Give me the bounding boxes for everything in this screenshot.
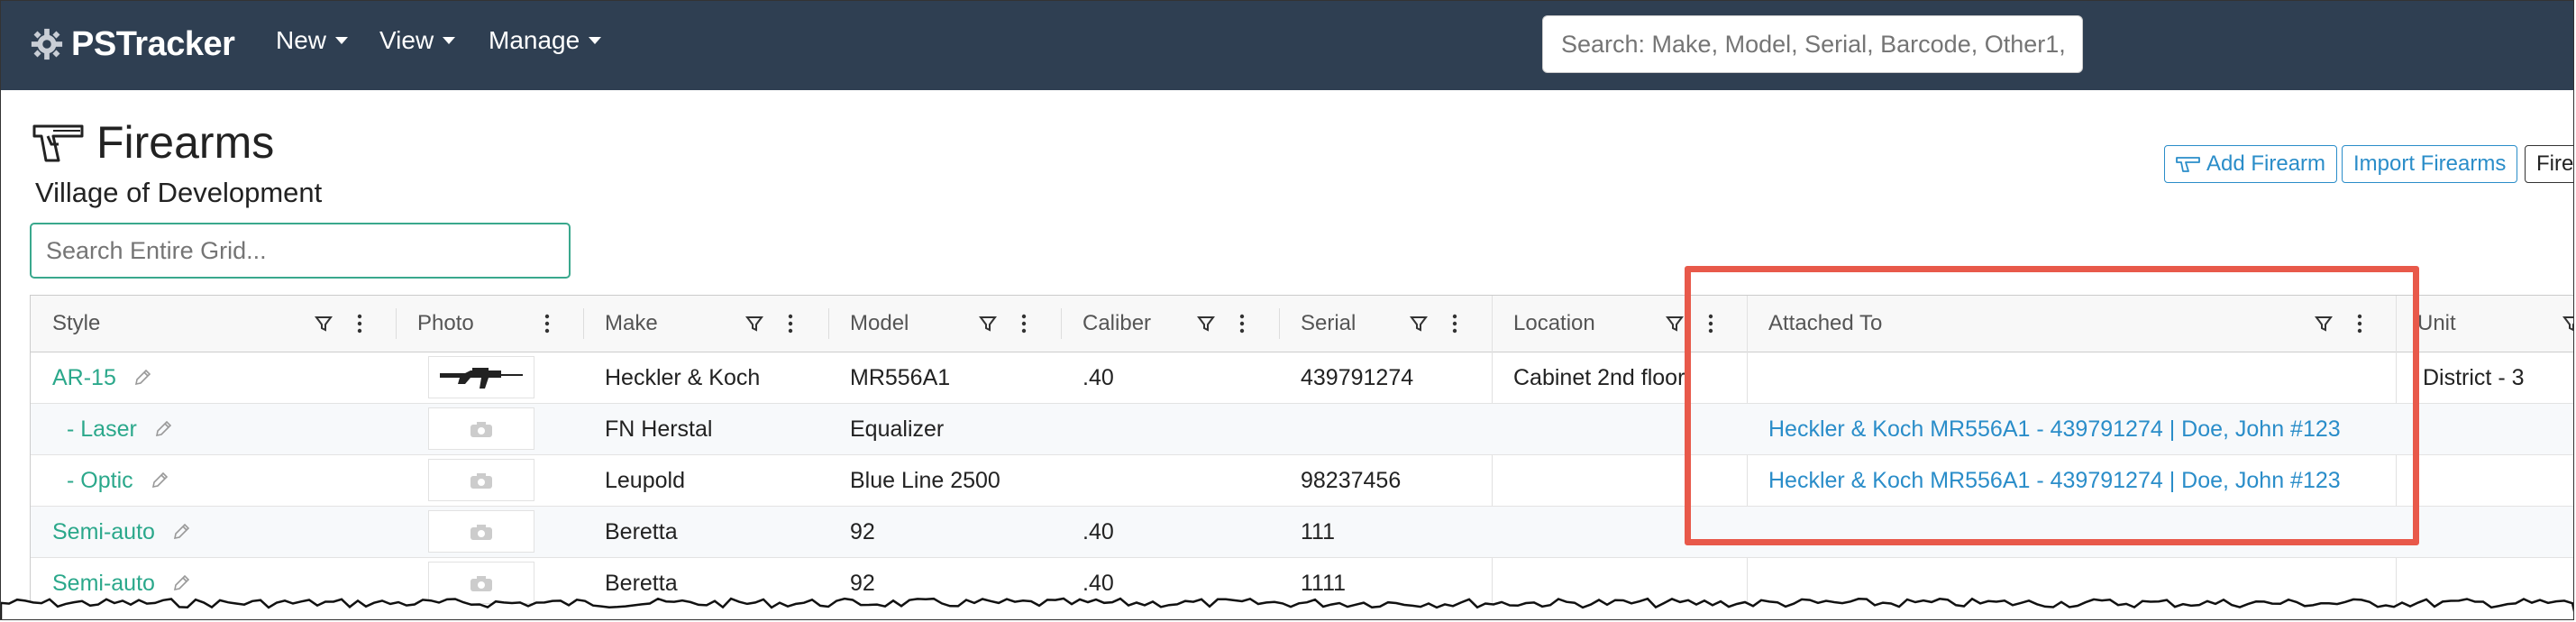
app-window: PSTracker New View Manage Firearms Villa… xyxy=(0,0,2574,620)
filter-icon[interactable] xyxy=(745,315,763,333)
model-cell: MR556A1 xyxy=(850,364,951,390)
brand-logo[interactable]: PSTracker xyxy=(30,23,235,66)
nav-view-menu[interactable]: View xyxy=(379,26,456,55)
unit-cell: District - 3 xyxy=(2423,364,2525,390)
style-cell[interactable]: AR-15 xyxy=(52,352,152,403)
column-header-unit[interactable]: Unit xyxy=(2396,296,2574,352)
top-navbar: PSTracker New View Manage xyxy=(1,1,2573,90)
chevron-down-icon xyxy=(443,37,456,44)
gear-logo-icon xyxy=(31,28,63,60)
make-cell: Heckler & Koch xyxy=(605,364,761,390)
global-search-input[interactable] xyxy=(1542,15,2083,73)
pencil-edit-icon[interactable] xyxy=(153,419,173,439)
column-header-style[interactable]: Style xyxy=(31,296,396,352)
page-title-text: Firearms xyxy=(96,117,275,168)
column-unit-label: Unit xyxy=(2417,311,2456,335)
camera-placeholder-icon xyxy=(470,575,492,591)
chevron-down-icon xyxy=(335,37,349,44)
make-cell: FN Herstal xyxy=(605,416,713,442)
brand-name: PSTracker xyxy=(71,24,235,63)
page-subtitle: Village of Development xyxy=(35,177,323,208)
column-menu-icon[interactable] xyxy=(544,314,550,334)
column-header-model[interactable]: Model xyxy=(828,296,1061,352)
filter-icon[interactable] xyxy=(1410,315,1428,333)
style-cell[interactable]: - Laser xyxy=(67,404,173,454)
serial-cell: 98237456 xyxy=(1301,467,1402,493)
column-menu-icon[interactable] xyxy=(788,314,793,334)
firearm-photo-thumbnail[interactable] xyxy=(428,407,534,450)
style-link[interactable]: Semi-auto xyxy=(52,519,155,545)
nav-manage-menu[interactable]: Manage xyxy=(489,26,602,55)
column-menu-icon[interactable] xyxy=(1021,314,1027,334)
filter-icon[interactable] xyxy=(1666,315,1684,333)
pistol-icon xyxy=(2176,157,2200,172)
filter-icon[interactable] xyxy=(315,315,333,333)
make-cell: Beretta xyxy=(605,518,678,544)
style-cell[interactable]: - Optic xyxy=(67,455,169,506)
firearm-photo-thumbnail[interactable] xyxy=(428,459,534,501)
nav-view-label: View xyxy=(379,26,434,54)
column-serial-label: Serial xyxy=(1301,311,1357,335)
torn-edge-decoration xyxy=(1,597,2573,619)
column-menu-icon[interactable] xyxy=(1239,314,1245,334)
column-menu-icon[interactable] xyxy=(1452,314,1457,334)
column-header-make[interactable]: Make xyxy=(583,296,828,352)
camera-placeholder-icon xyxy=(470,421,492,437)
camera-placeholder-icon xyxy=(470,472,492,489)
camera-placeholder-icon xyxy=(470,524,492,540)
column-header-photo[interactable]: Photo xyxy=(396,296,583,352)
firearm-options-button[interactable]: Fire xyxy=(2525,145,2574,183)
make-cell: Leupold xyxy=(605,467,685,493)
filter-icon[interactable] xyxy=(2562,315,2574,333)
column-photo-label: Photo xyxy=(417,311,474,335)
grid-search-input[interactable] xyxy=(30,223,571,279)
filter-icon[interactable] xyxy=(1197,315,1215,333)
style-cell[interactable]: Semi-auto xyxy=(52,507,191,557)
style-link[interactable]: - Laser xyxy=(67,416,137,443)
filter-icon[interactable] xyxy=(979,315,997,333)
add-firearm-label: Add Firearm xyxy=(2206,151,2326,176)
column-make-label: Make xyxy=(605,311,658,335)
nav-new-menu[interactable]: New xyxy=(276,26,349,55)
rifle-image xyxy=(440,367,523,389)
import-firearms-button[interactable]: Import Firearms xyxy=(2342,145,2518,183)
add-firearm-button[interactable]: Add Firearm xyxy=(2164,145,2338,183)
column-caliber-label: Caliber xyxy=(1082,311,1152,335)
caliber-cell: .40 xyxy=(1082,518,1114,544)
serial-cell: 111 xyxy=(1301,518,1336,544)
nav-new-label: New xyxy=(276,26,327,54)
column-style-label: Style xyxy=(52,311,101,335)
nav-manage-label: Manage xyxy=(489,26,580,54)
firearm-photo-thumbnail[interactable] xyxy=(428,356,534,398)
firearm-options-label: Fire xyxy=(2536,151,2574,176)
column-model-label: Model xyxy=(850,311,909,335)
highlight-annotation-box xyxy=(1685,266,2419,545)
pencil-edit-icon[interactable] xyxy=(171,522,191,542)
column-header-caliber[interactable]: Caliber xyxy=(1061,296,1279,352)
model-cell: Blue Line 2500 xyxy=(850,467,1000,493)
pencil-edit-icon[interactable] xyxy=(171,573,191,593)
pistol-icon xyxy=(32,124,84,162)
style-link[interactable]: - Optic xyxy=(67,468,133,494)
page-title: Firearms xyxy=(32,116,274,169)
pencil-edit-icon[interactable] xyxy=(150,471,169,490)
column-header-serial[interactable]: Serial xyxy=(1279,296,1492,352)
serial-cell: 439791274 xyxy=(1301,364,1414,390)
pencil-edit-icon[interactable] xyxy=(132,368,152,388)
firearm-photo-thumbnail[interactable] xyxy=(428,510,534,553)
model-cell: 92 xyxy=(850,518,875,544)
column-location-label: Location xyxy=(1513,311,1595,335)
chevron-down-icon xyxy=(589,37,602,44)
column-menu-icon[interactable] xyxy=(357,314,362,334)
import-firearms-label: Import Firearms xyxy=(2353,151,2507,176)
model-cell: Equalizer xyxy=(850,416,945,442)
style-link[interactable]: AR-15 xyxy=(52,365,116,391)
caliber-cell: .40 xyxy=(1082,364,1114,390)
